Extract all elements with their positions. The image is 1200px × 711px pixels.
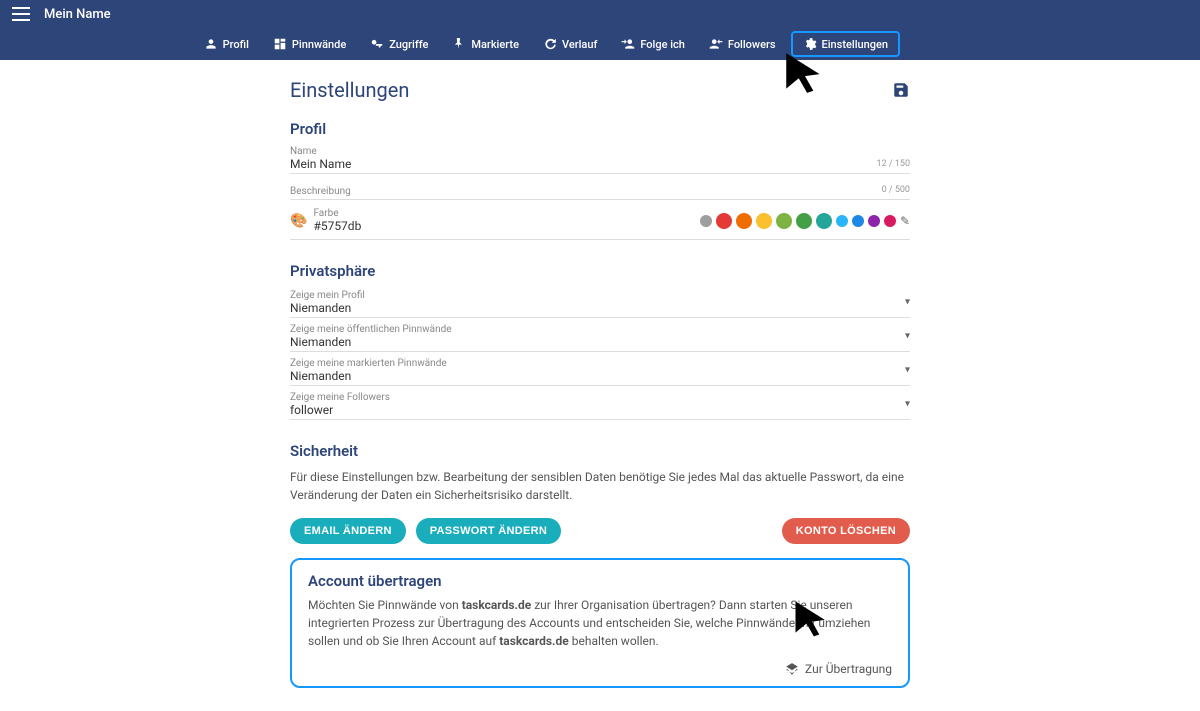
- privacy-value: Niemanden: [290, 335, 910, 349]
- color-swatch[interactable]: [816, 213, 832, 229]
- nav-verlauf[interactable]: Verlauf: [534, 32, 606, 56]
- privacy-value: follower: [290, 403, 910, 417]
- privacy-label: Zeige meine öffentlichen Pinnwände: [290, 324, 910, 335]
- main-content: Einstellungen Profil Name Mein Name 12 /…: [290, 78, 910, 688]
- password-change-button[interactable]: PASSWORT ÄNDERN: [416, 518, 561, 544]
- name-value: Mein Name: [290, 157, 910, 171]
- color-value[interactable]: #5757db: [313, 219, 361, 233]
- delete-account-button[interactable]: KONTO LÖSCHEN: [782, 518, 910, 544]
- nav-folge-ich[interactable]: Folge ich: [612, 32, 694, 56]
- section-profil: Profil: [290, 120, 910, 138]
- privacy-value: Niemanden: [290, 301, 910, 315]
- privacy-select[interactable]: Zeige meine markierten PinnwändeNiemande…: [290, 352, 910, 386]
- section-privatsphaere: Privatsphäre: [290, 262, 910, 280]
- color-swatch[interactable]: [868, 215, 880, 227]
- boards-icon: [273, 37, 287, 51]
- desc-field[interactable]: Beschreibung 0 / 500: [290, 174, 910, 200]
- nav-einstellungen[interactable]: Einstellungen: [791, 31, 900, 57]
- transfer-title: Account übertragen: [308, 572, 892, 590]
- transfer-action[interactable]: Zur Übertragung: [785, 662, 892, 676]
- color-swatch[interactable]: [700, 215, 712, 227]
- color-swatch[interactable]: [716, 213, 732, 229]
- privacy-select[interactable]: Zeige meine Followersfollower▾: [290, 386, 910, 420]
- privacy-label: Zeige meine markierten Pinnwände: [290, 358, 910, 369]
- color-swatch[interactable]: [796, 213, 812, 229]
- name-counter: 12 / 150: [877, 159, 910, 169]
- person-icon: [204, 37, 218, 51]
- color-swatch[interactable]: [736, 213, 752, 229]
- hamburger-icon[interactable]: [12, 7, 30, 21]
- privacy-label: Zeige meine Followers: [290, 392, 910, 403]
- privacy-label: Zeige mein Profil: [290, 290, 910, 301]
- privacy-value: Niemanden: [290, 369, 910, 383]
- palette-icon: 🎨: [290, 213, 307, 229]
- chevron-down-icon: ▾: [905, 398, 910, 409]
- page-title: Einstellungen: [290, 78, 409, 102]
- nav-bar: Profil Pinnwände Zugriffe Markierte Verl…: [0, 28, 1200, 60]
- color-swatch[interactable]: [852, 215, 864, 227]
- name-label: Name: [290, 146, 910, 157]
- follow-in-icon: [709, 37, 723, 51]
- color-swatches: ✎: [700, 213, 910, 229]
- nav-zugriffe[interactable]: Zugriffe: [361, 32, 437, 56]
- security-buttons: EMAIL ÄNDERN PASSWORT ÄNDERN KONTO LÖSCH…: [290, 518, 910, 544]
- layers-icon: [785, 662, 799, 676]
- color-row: 🎨 Farbe #5757db ✎: [290, 200, 910, 240]
- privacy-select[interactable]: Zeige mein ProfilNiemanden▾: [290, 284, 910, 318]
- follow-out-icon: [621, 37, 635, 51]
- desc-counter: 0 / 500: [882, 185, 910, 195]
- nav-followers[interactable]: Followers: [700, 32, 785, 56]
- color-swatch[interactable]: [756, 213, 772, 229]
- color-swatch[interactable]: [884, 215, 896, 227]
- save-icon[interactable]: [892, 81, 910, 99]
- key-icon: [370, 37, 384, 51]
- privacy-select[interactable]: Zeige meine öffentlichen PinnwändeNieman…: [290, 318, 910, 352]
- color-swatch[interactable]: [776, 213, 792, 229]
- desc-label: Beschreibung: [290, 186, 910, 197]
- nav-profil[interactable]: Profil: [195, 32, 258, 56]
- email-change-button[interactable]: EMAIL ÄNDERN: [290, 518, 406, 544]
- name-field[interactable]: Name Mein Name 12 / 150: [290, 142, 910, 174]
- nav-pinnwaende[interactable]: Pinnwände: [264, 32, 355, 56]
- chevron-down-icon: ▾: [905, 364, 910, 375]
- gear-icon: [803, 37, 817, 51]
- transfer-box: Account übertragen Möchten Sie Pinnwände…: [290, 558, 910, 688]
- color-swatch[interactable]: [836, 215, 848, 227]
- pin-icon: [452, 37, 466, 51]
- chevron-down-icon: ▾: [905, 296, 910, 307]
- user-name: Mein Name: [44, 7, 111, 22]
- nav-markierte[interactable]: Markierte: [443, 32, 528, 56]
- eyedropper-icon[interactable]: ✎: [900, 214, 910, 228]
- top-bar: Mein Name: [0, 0, 1200, 28]
- history-icon: [543, 37, 557, 51]
- chevron-down-icon: ▾: [905, 330, 910, 341]
- color-label: Farbe: [313, 208, 361, 219]
- transfer-text: Möchten Sie Pinnwände von taskcards.de z…: [308, 596, 892, 650]
- section-sicherheit: Sicherheit: [290, 442, 910, 460]
- security-text: Für diese Einstellungen bzw. Bearbeitung…: [290, 468, 910, 504]
